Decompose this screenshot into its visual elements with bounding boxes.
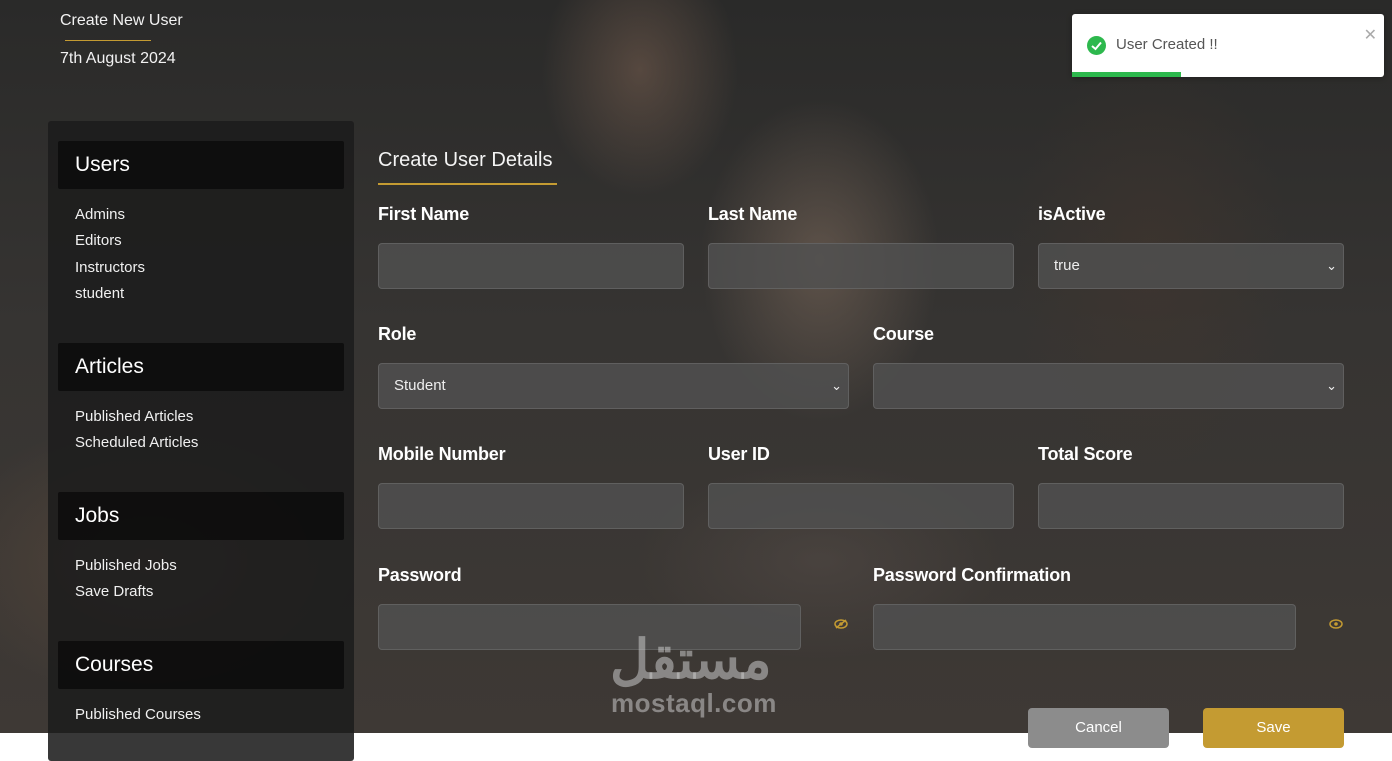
sidebar-section-articles[interactable]: Articles [58,343,344,391]
toast-message: User Created !! [1116,36,1218,53]
first-name-input[interactable] [378,243,684,289]
eye-slash-icon[interactable] [834,619,848,629]
sidebar-section-users[interactable]: Users [58,141,344,189]
sidebar-section-jobs[interactable]: Jobs [58,492,344,540]
is-active-label: isActive [1038,204,1106,224]
cancel-button[interactable]: Cancel [1028,708,1169,748]
password-confirmation-label: Password Confirmation [873,565,1071,585]
sidebar-item-student[interactable]: student [75,285,124,302]
password-label: Password [378,565,462,585]
sidebar-section-courses[interactable]: Courses [58,641,344,689]
sidebar-item-editors[interactable]: Editors [75,232,122,249]
role-value: Student [394,377,446,394]
sidebar-item-instructors[interactable]: Instructors [75,259,145,276]
sidebar-item-scheduled-articles[interactable]: Scheduled Articles [75,434,198,451]
toast-progress-bar [1072,72,1182,77]
last-name-input[interactable] [708,243,1014,289]
password-confirmation-input[interactable] [873,604,1296,650]
chevron-down-icon: ⌄ [1326,378,1337,393]
watermark-logo-latin: mostaql.com [611,688,777,718]
role-label: Role [378,324,417,344]
page-title: Create New User [60,12,183,29]
user-id-label: User ID [708,444,770,464]
first-name-label: First Name [378,204,470,224]
sidebar-item-published-articles[interactable]: Published Articles [75,408,193,425]
total-score-input[interactable] [1038,483,1344,529]
eye-icon[interactable] [1329,619,1343,629]
is-active-value: true [1054,257,1080,274]
page-date: 7th August 2024 [60,50,176,67]
toast-notification: User Created !! ✕ [1072,14,1384,77]
close-icon[interactable]: ✕ [1364,25,1377,45]
form-title-underline [378,183,557,185]
role-select[interactable]: Student ⌄ [378,363,849,409]
sidebar-item-admins[interactable]: Admins [75,206,125,223]
sidebar-item-save-drafts[interactable]: Save Drafts [75,583,153,600]
last-name-label: Last Name [708,204,798,224]
page-header: Create New User 7th August 2024 [60,12,183,68]
watermark-logo-arabic: مستقل [610,630,772,690]
course-select[interactable]: ⌄ [873,363,1344,409]
chevron-down-icon: ⌄ [1326,258,1337,273]
title-underline [65,40,151,41]
total-score-label: Total Score [1038,444,1133,464]
sidebar-item-published-jobs[interactable]: Published Jobs [75,557,177,574]
user-id-input[interactable] [708,483,1014,529]
mobile-number-input[interactable] [378,483,684,529]
chevron-down-icon: ⌄ [831,378,842,393]
sidebar-item-published-courses[interactable]: Published Courses [75,706,201,723]
course-label: Course [873,324,934,344]
form-title: Create User Details [378,149,553,171]
is-active-select[interactable]: true ⌄ [1038,243,1344,289]
save-button[interactable]: Save [1203,708,1344,748]
check-icon [1091,41,1102,51]
check-circle-icon [1087,36,1106,55]
mobile-number-label: Mobile Number [378,444,506,464]
